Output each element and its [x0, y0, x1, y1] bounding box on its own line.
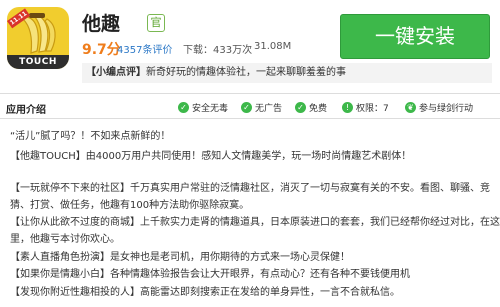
check-icon: ✓ — [178, 102, 189, 113]
check-icon: ✓ — [241, 102, 252, 113]
editor-review: 【小编点评】新奇好玩的情趣体验社，一起来聊聊羞羞的事 — [82, 63, 492, 83]
badge-green-sword[interactable]: ❦ 参与绿剑行动 — [405, 101, 473, 114]
app-icon: 11.11 TOUCH — [7, 7, 69, 69]
badge-safe: ✓ 安全无毒 — [178, 101, 228, 114]
check-icon: ✓ — [295, 102, 306, 113]
description-line: “活儿”腻了吗？！不如来点新鲜的！ — [10, 131, 171, 142]
badge-label: 无广告 — [255, 104, 283, 114]
description-line: 【他趣TOUCH】由4000万用户共同使用！感知人文情趣美学，玩一场时尚情趣艺术… — [10, 151, 412, 162]
divider — [0, 118, 500, 119]
permission-icon: ! — [342, 102, 353, 113]
reviews-link[interactable]: 4357条评价 — [117, 41, 172, 56]
rating-score: 9.7分 — [82, 42, 121, 58]
badge-label: 参与绿剑行动 — [419, 104, 474, 114]
download-count: 下载：433万次 — [183, 45, 253, 56]
app-title: 他趣 — [82, 13, 121, 35]
badge-label: 安全无毒 — [192, 104, 229, 114]
icon-label: TOUCH — [7, 55, 69, 69]
description-line: 【如果你是情趣小白】各种情趣体验报告会让大开眼界，有点动心？还有各种不要钱便用机 — [10, 269, 410, 280]
badge-permissions[interactable]: ! 权限：7 — [342, 101, 389, 114]
description-line: 【素人直播角色扮演】是女神也是老司机，用你期待的方式来一场心灵保健！ — [10, 252, 350, 263]
badge-free: ✓ 免费 — [295, 101, 327, 114]
section-title: 应用介绍 — [6, 105, 46, 116]
file-size: 31.08M — [254, 41, 292, 52]
badge-no-ads: ✓ 无广告 — [241, 101, 282, 114]
badge-label: 权限：7 — [356, 104, 389, 114]
divider — [0, 93, 500, 94]
leaf-icon: ❦ — [405, 102, 416, 113]
description-line: 【发现你附近性趣相投的人】高能雷达即刻搜索正在发给的单身异性，一言不合就私信。 — [10, 287, 400, 298]
description-line: 猜、打赏、做任务，他趣有100种方法助你驱除寂寞。 — [10, 200, 250, 211]
badge-label: 免费 — [309, 104, 328, 114]
description-line: 【一玩就停不下来的社区】千万真实用户常驻的泛情趣社区，消灭了一切与寂寞有关的不安… — [10, 183, 490, 194]
description-line: 里，他趣亏本讨你欢心。 — [10, 234, 120, 245]
install-button[interactable]: 一键安装 — [340, 14, 490, 59]
description-line: 【让你从此欲不过度的商城】上千款实力走肾的情趣道具，日本原装进口的套套，我们已经… — [10, 217, 500, 228]
editor-review-tag: 【小编点评】 — [86, 67, 146, 78]
official-badge: 官 — [147, 14, 165, 32]
editor-review-text: 新奇好玩的情趣体验社，一起来聊聊羞羞的事 — [146, 67, 346, 78]
